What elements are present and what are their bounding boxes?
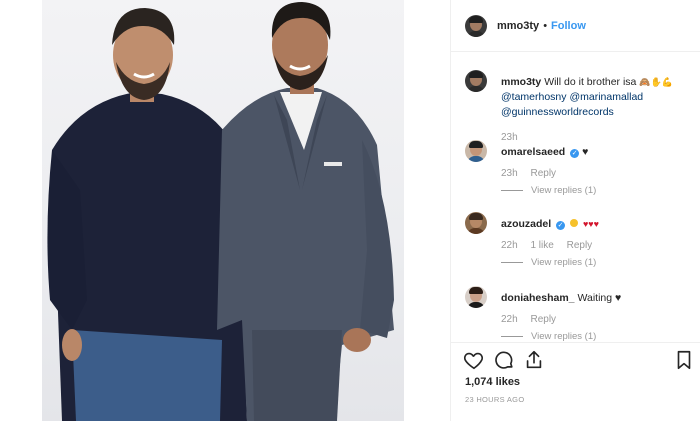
caption-text: Will do it brother isa: [544, 76, 637, 88]
mention-guinnessworldrecords[interactable]: @guinnessworldrecords: [501, 106, 614, 118]
comment-likes[interactable]: 1 like: [530, 240, 553, 251]
replies-divider: [501, 190, 523, 191]
comment-body: omarelsaeed ✓ ♥: [501, 145, 691, 160]
caption-emojis: 🙈✋💪: [639, 77, 673, 87]
caption-time[interactable]: 23h: [501, 132, 518, 143]
caption-body: mmo3ty Will do it brother isa 🙈✋💪 @tamer…: [501, 75, 691, 120]
comment-username[interactable]: doniahesham_: [501, 292, 575, 304]
reply-button[interactable]: Reply: [530, 314, 556, 325]
post-sidebar: mmo3ty • Follow mmo3ty Will do it brothe…: [450, 0, 700, 421]
replies-divider: [501, 336, 523, 337]
view-replies-button[interactable]: View replies (1): [501, 257, 596, 268]
replies-divider: [501, 262, 523, 263]
commenter-avatar[interactable]: [465, 140, 487, 162]
view-replies-label: View replies (1): [531, 331, 597, 342]
comment-body: doniahesham_ Waiting ♥: [501, 291, 691, 306]
post-photo[interactable]: [42, 0, 404, 421]
mention-marinamallad[interactable]: @marinamallad: [569, 91, 643, 103]
comment-meta: 23h Reply: [501, 168, 566, 179]
commenter-avatar[interactable]: [465, 212, 487, 234]
author-avatar[interactable]: [465, 14, 487, 37]
comment-username[interactable]: azouzadel: [501, 218, 551, 230]
caption-username[interactable]: mmo3ty: [501, 76, 541, 88]
view-replies-label: View replies (1): [531, 257, 597, 268]
heart-icon[interactable]: [463, 349, 485, 371]
comment-time[interactable]: 22h: [501, 240, 518, 251]
post-header: mmo3ty • Follow: [451, 0, 700, 52]
commenter-avatar[interactable]: [465, 286, 487, 308]
comment-meta: 22h Reply: [501, 314, 566, 325]
caption-meta: 23h: [501, 132, 528, 143]
caption-avatar[interactable]: [465, 70, 487, 92]
header-separator: •: [543, 19, 548, 32]
bookmark-icon[interactable]: [673, 349, 695, 371]
post-timestamp[interactable]: 23 HOURS AGO: [465, 395, 524, 404]
reply-button[interactable]: Reply: [530, 168, 556, 179]
comment-time[interactable]: 22h: [501, 314, 518, 325]
mention-tamerhosny[interactable]: @tamerhosny: [501, 91, 567, 103]
sun-emoji-icon: [570, 219, 579, 227]
follow-button[interactable]: Follow: [551, 20, 586, 32]
photo-area: [0, 0, 450, 421]
share-icon[interactable]: [523, 349, 545, 371]
view-replies-button[interactable]: View replies (1): [501, 331, 596, 342]
view-replies-label: View replies (1): [531, 185, 597, 196]
author-username[interactable]: mmo3ty: [497, 20, 539, 32]
comment-icon[interactable]: [493, 349, 515, 371]
comments-list[interactable]: mmo3ty Will do it brother isa 🙈✋💪 @tamer…: [451, 60, 700, 342]
comment-meta: 22h 1 like Reply: [501, 240, 602, 251]
comment-text: Waiting: [577, 292, 613, 304]
comment-text: ♥: [582, 146, 589, 158]
view-replies-button[interactable]: View replies (1): [501, 185, 596, 196]
comment-username[interactable]: omarelsaeed: [501, 146, 565, 158]
photo-illustration: [47, 2, 394, 421]
comment-text: ♥♥♥: [582, 219, 599, 229]
comment-body: azouzadel ✓ ♥♥♥: [501, 217, 691, 232]
comment-time[interactable]: 23h: [501, 168, 518, 179]
post-actions: 1,074 likes 23 HOURS AGO: [451, 342, 700, 421]
verified-badge-icon: ✓: [570, 149, 580, 158]
comment-text-suffix: ♥: [615, 292, 622, 304]
verified-badge-icon: ✓: [556, 221, 566, 230]
instagram-post-modal: mmo3ty • Follow mmo3ty Will do it brothe…: [0, 0, 700, 421]
reply-button[interactable]: Reply: [567, 240, 593, 251]
likes-count[interactable]: 1,074 likes: [465, 376, 520, 388]
